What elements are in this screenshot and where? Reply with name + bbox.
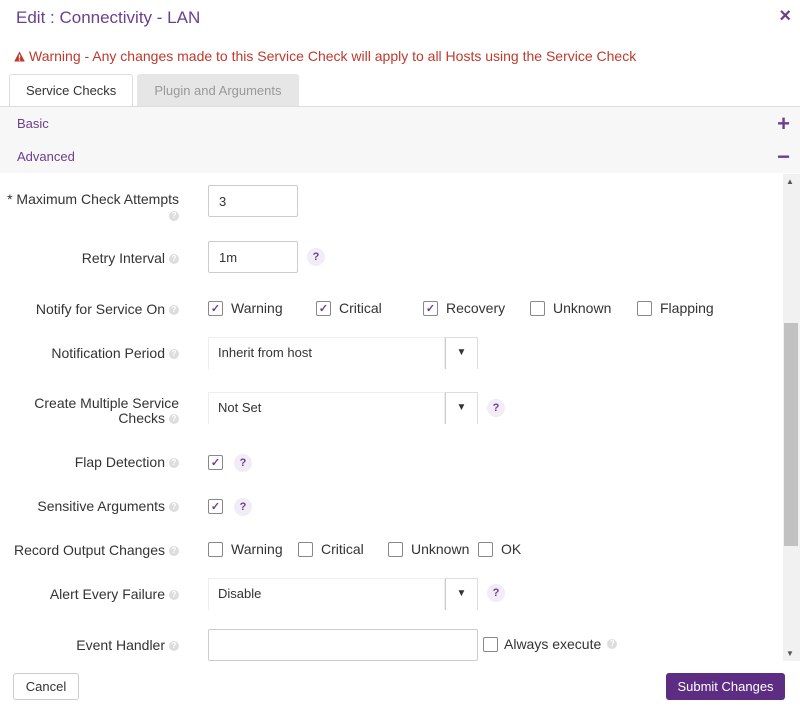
notify-flapping-checkbox[interactable]: Flapping <box>637 300 714 316</box>
always-execute-checkbox[interactable]: Always execute ? <box>483 636 618 652</box>
help-icon[interactable]: ? <box>169 502 179 513</box>
chevron-down-icon[interactable]: ▼ <box>445 392 478 424</box>
record-unknown-checkbox[interactable]: Unknown <box>388 541 469 557</box>
scroll-up-icon[interactable]: ▲ <box>786 177 794 186</box>
flap-detection-checkbox[interactable]: ✓ <box>208 455 223 470</box>
collapse-icon[interactable]: − <box>777 145 790 167</box>
warning-icon <box>14 50 25 62</box>
tab-service-checks[interactable]: Service Checks <box>9 74 134 106</box>
help-icon[interactable]: ? <box>487 584 505 602</box>
section-advanced-label: Advanced <box>17 149 75 164</box>
checkbox-checked[interactable]: ✓ <box>316 300 331 316</box>
create-multiple-select[interactable]: Not Set <box>208 392 445 424</box>
help-icon[interactable]: ? <box>607 639 618 649</box>
submit-changes-button[interactable]: Submit Changes <box>666 673 785 700</box>
expand-icon[interactable]: + <box>777 112 790 134</box>
help-icon[interactable]: ? <box>307 248 325 266</box>
notification-period-select[interactable]: Inherit from host <box>208 337 445 369</box>
help-icon[interactable]: ? <box>169 254 179 265</box>
section-basic[interactable]: Basic + <box>0 107 800 140</box>
dialog-title: Edit : Connectivity - LAN <box>16 8 201 27</box>
help-icon[interactable]: ? <box>169 414 179 425</box>
help-icon[interactable]: ? <box>234 498 252 516</box>
advanced-form: * Maximum Check Attempts ? Retry Interva… <box>0 174 783 661</box>
section-basic-label: Basic <box>17 116 49 131</box>
alert-every-failure-select[interactable]: Disable <box>208 578 445 610</box>
help-icon[interactable]: ? <box>169 305 179 316</box>
section-advanced[interactable]: Advanced − <box>0 140 800 173</box>
help-icon[interactable]: ? <box>487 399 505 417</box>
notification-period-label: Notification Period? <box>51 345 179 361</box>
record-warning-checkbox[interactable]: Warning <box>208 541 283 557</box>
help-icon[interactable]: ? <box>169 546 179 557</box>
retry-interval-input[interactable] <box>208 241 298 273</box>
max-check-attempts-input[interactable] <box>208 185 298 217</box>
alert-every-failure-label: Alert Every Failure? <box>50 586 179 602</box>
notify-recovery-checkbox[interactable]: ✓ Recovery <box>423 300 505 316</box>
close-icon[interactable]: × <box>779 6 791 26</box>
help-icon[interactable]: ? <box>169 211 179 222</box>
checkbox-unchecked[interactable] <box>388 541 403 557</box>
notify-service-label: Notify for Service On? <box>36 301 179 317</box>
help-icon[interactable]: ? <box>169 349 179 360</box>
scroll-down-icon[interactable]: ▼ <box>786 649 794 658</box>
checkbox-checked[interactable]: ✓ <box>208 300 223 316</box>
flap-detection-label: Flap Detection? <box>75 454 179 470</box>
max-check-attempts-label: * Maximum Check Attempts ? <box>7 191 179 222</box>
help-icon[interactable]: ? <box>169 641 179 652</box>
help-icon[interactable]: ? <box>169 590 179 601</box>
chevron-down-icon[interactable]: ▼ <box>445 337 478 369</box>
notify-critical-checkbox[interactable]: ✓ Critical <box>316 300 382 316</box>
cancel-button[interactable]: Cancel <box>13 673 79 700</box>
sensitive-arguments-label: Sensitive Arguments? <box>37 498 179 514</box>
tab-bar: Service Checks Plugin and Arguments <box>9 74 299 106</box>
checkbox-unchecked[interactable] <box>530 300 545 316</box>
checkbox-unchecked[interactable] <box>483 636 498 652</box>
checkbox-checked[interactable]: ✓ <box>423 300 438 316</box>
checkbox-unchecked[interactable] <box>478 541 493 557</box>
chevron-down-icon[interactable]: ▼ <box>445 578 478 610</box>
record-critical-checkbox[interactable]: Critical <box>298 541 364 557</box>
warning-text: Warning - Any changes made to this Servi… <box>29 48 637 64</box>
event-handler-label: Event Handler? <box>76 637 179 653</box>
checkbox-unchecked[interactable] <box>298 541 313 557</box>
record-output-label: Record Output Changes? <box>14 542 179 558</box>
checkbox-unchecked[interactable] <box>637 300 652 316</box>
sensitive-arguments-checkbox[interactable]: ✓ <box>208 499 223 514</box>
checkbox-unchecked[interactable] <box>208 541 223 557</box>
scrollbar-thumb[interactable] <box>784 323 798 546</box>
record-ok-checkbox[interactable]: OK <box>478 541 521 557</box>
help-icon[interactable]: ? <box>169 458 179 469</box>
create-multiple-label: Create Multiple Service Checks? <box>34 395 179 426</box>
notify-unknown-checkbox[interactable]: Unknown <box>530 300 611 316</box>
tab-plugin-and-arguments[interactable]: Plugin and Arguments <box>137 74 299 106</box>
notify-warning-checkbox[interactable]: ✓ Warning <box>208 300 283 316</box>
warning-message: Warning - Any changes made to this Servi… <box>14 48 636 64</box>
event-handler-input[interactable] <box>208 629 478 661</box>
help-icon[interactable]: ? <box>234 454 252 472</box>
retry-interval-label: Retry Interval? <box>82 250 179 266</box>
